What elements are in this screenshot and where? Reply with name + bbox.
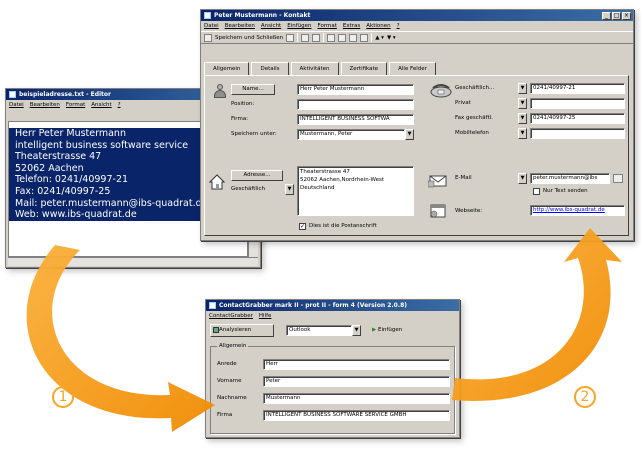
flow-arrows: [26, 228, 622, 432]
step-2-callout: 2: [574, 386, 596, 408]
arrow-2: [452, 228, 622, 401]
step-1-callout: 1: [52, 386, 74, 408]
